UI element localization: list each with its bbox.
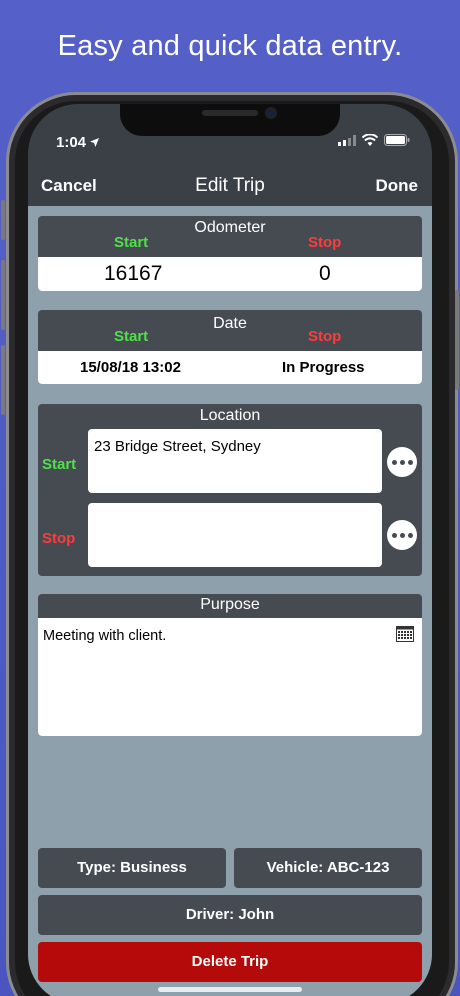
phone-side-button: [455, 290, 459, 390]
wifi-icon: [362, 134, 378, 146]
status-time-text: 1:04: [56, 134, 87, 151]
odometer-panel: Odometer Start Stop 16167 0: [38, 216, 422, 291]
driver-button[interactable]: Driver: John: [38, 895, 422, 935]
more-icon[interactable]: [387, 447, 417, 477]
odometer-title: Odometer: [194, 219, 266, 236]
tagline: Easy and quick data entry.: [57, 30, 403, 62]
purpose-title: Purpose: [200, 596, 260, 613]
nav-bar: Cancel Edit Trip Done: [28, 166, 432, 206]
date-stop-label: Stop: [308, 328, 342, 345]
phone-screen: 1:04 Cancel Edit Trip Done Odometer Star…: [28, 104, 432, 996]
odometer-start-label: Start: [114, 234, 149, 251]
done-button[interactable]: Done: [376, 176, 419, 196]
odometer-stop-label: Stop: [308, 234, 342, 251]
location-start-field[interactable]: 23 Bridge Street, Sydney: [88, 429, 382, 493]
location-panel: Location Start 23 Bridge Street, Sydney …: [38, 404, 422, 576]
page-title: Edit Trip: [195, 175, 265, 196]
date-title: Date: [213, 315, 247, 332]
location-start-label: Start: [42, 456, 77, 473]
more-icon[interactable]: [387, 520, 417, 550]
odometer-start-value[interactable]: 16167: [104, 262, 162, 286]
signal-icon: [338, 134, 356, 146]
purpose-field[interactable]: Meeting with client.: [38, 618, 422, 736]
type-button[interactable]: Type: Business: [38, 848, 226, 888]
date-start-value[interactable]: 15/08/18 13:02: [80, 359, 181, 376]
purpose-panel: Purpose Meeting with client.: [38, 594, 422, 736]
phone-side-button: [1, 260, 5, 330]
location-stop-field[interactable]: [88, 503, 382, 567]
odometer-values-row: 16167 0: [38, 257, 422, 291]
location-arrow-icon: [90, 138, 100, 147]
location-stop-label: Stop: [42, 530, 76, 547]
date-start-label: Start: [114, 328, 149, 345]
home-indicator[interactable]: [158, 987, 302, 992]
status-time: 1:04: [56, 134, 100, 151]
calendar-icon[interactable]: [396, 626, 414, 642]
date-values-row: 15/08/18 13:02 In Progress: [38, 351, 422, 384]
date-stop-value[interactable]: In Progress: [282, 359, 365, 376]
odometer-stop-value[interactable]: 0: [319, 262, 331, 286]
purpose-text: Meeting with client.: [43, 628, 167, 644]
phone-side-button: [1, 345, 5, 415]
vehicle-button[interactable]: Vehicle: ABC-123: [234, 848, 422, 888]
form-content: Odometer Start Stop 16167 0 Date Start S…: [28, 206, 432, 996]
phone-side-button: [1, 200, 5, 240]
notch: [120, 104, 340, 136]
camera: [265, 107, 277, 119]
status-icons: [338, 134, 410, 146]
location-title: Location: [199, 407, 261, 424]
battery-icon: [384, 134, 410, 146]
speaker: [202, 110, 258, 116]
date-panel: Date Start Stop 15/08/18 13:02 In Progre…: [38, 310, 422, 384]
delete-trip-button[interactable]: Delete Trip: [38, 942, 422, 982]
